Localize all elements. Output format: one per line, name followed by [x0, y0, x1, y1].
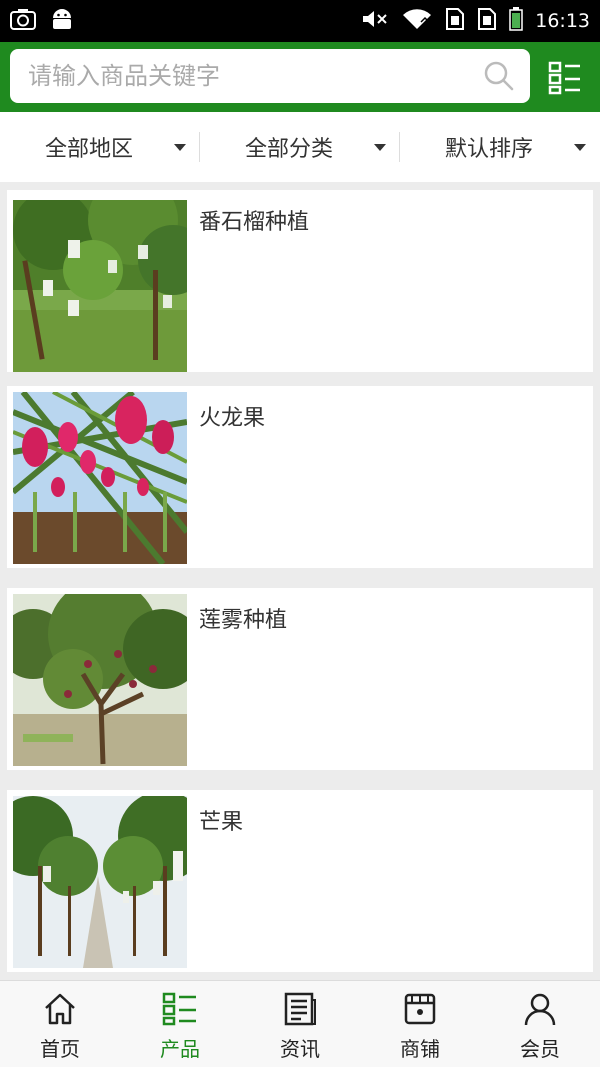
tab-label: 产品 — [160, 1037, 200, 1061]
product-image[interactable] — [13, 392, 187, 564]
battery-icon — [509, 7, 523, 35]
product-image[interactable] — [13, 594, 187, 766]
caret-down-icon — [374, 144, 386, 151]
screenshot-icon — [10, 8, 36, 34]
tab-home[interactable]: 首页 — [0, 981, 120, 1067]
list-item[interactable]: 芒果 — [7, 790, 593, 972]
product-image[interactable] — [13, 200, 187, 372]
grid-list-icon[interactable] — [542, 55, 588, 101]
product-list-icon — [162, 991, 198, 1027]
caret-down-icon — [574, 144, 586, 151]
filter-bar: 全部地区 全部分类 默认排序 — [0, 112, 600, 182]
tab-products[interactable]: 产品 — [120, 981, 240, 1067]
filter-label: 全部分类 — [244, 137, 333, 162]
shop-icon — [402, 991, 438, 1027]
filter-label: 全部地区 — [44, 137, 133, 162]
sim-icon — [477, 7, 497, 35]
list-item[interactable]: 火龙果 — [7, 386, 593, 568]
clock: 16:13 — [535, 10, 590, 32]
product-image[interactable] — [13, 796, 187, 968]
list-item[interactable]: 莲雾种植 — [7, 588, 593, 770]
wifi-icon — [401, 8, 433, 34]
home-icon — [42, 991, 78, 1027]
tab-label: 商铺 — [400, 1037, 440, 1061]
tab-label: 资讯 — [280, 1037, 320, 1061]
tab-member[interactable]: 会员 — [480, 981, 600, 1067]
mute-icon — [361, 8, 389, 34]
filter-category[interactable]: 全部分类 — [200, 112, 400, 182]
product-title[interactable]: 莲雾种植 — [199, 602, 287, 634]
filter-label: 默认排序 — [444, 137, 533, 162]
caret-down-icon — [174, 144, 186, 151]
status-bar: 16:13 — [0, 0, 600, 42]
list-item[interactable]: 番石榴种植 — [7, 190, 593, 372]
product-title[interactable]: 火龙果 — [199, 400, 265, 432]
product-title[interactable]: 番石榴种植 — [199, 204, 309, 236]
user-icon — [522, 991, 558, 1027]
news-icon — [282, 991, 318, 1027]
search-input[interactable] — [28, 62, 482, 90]
tab-bar: 首页 产品 资讯 商铺 会员 — [0, 980, 600, 1067]
tab-label: 会员 — [520, 1037, 560, 1061]
tab-shop[interactable]: 商铺 — [360, 981, 480, 1067]
search-icon[interactable] — [482, 59, 516, 93]
sim-icon — [445, 7, 465, 35]
filter-region[interactable]: 全部地区 — [0, 112, 200, 182]
header — [0, 42, 600, 112]
tab-news[interactable]: 资讯 — [240, 981, 360, 1067]
product-title[interactable]: 芒果 — [199, 804, 243, 836]
search-box[interactable] — [10, 49, 530, 103]
tab-label: 首页 — [40, 1037, 80, 1061]
android-icon — [50, 8, 74, 34]
filter-sort[interactable]: 默认排序 — [400, 112, 600, 182]
